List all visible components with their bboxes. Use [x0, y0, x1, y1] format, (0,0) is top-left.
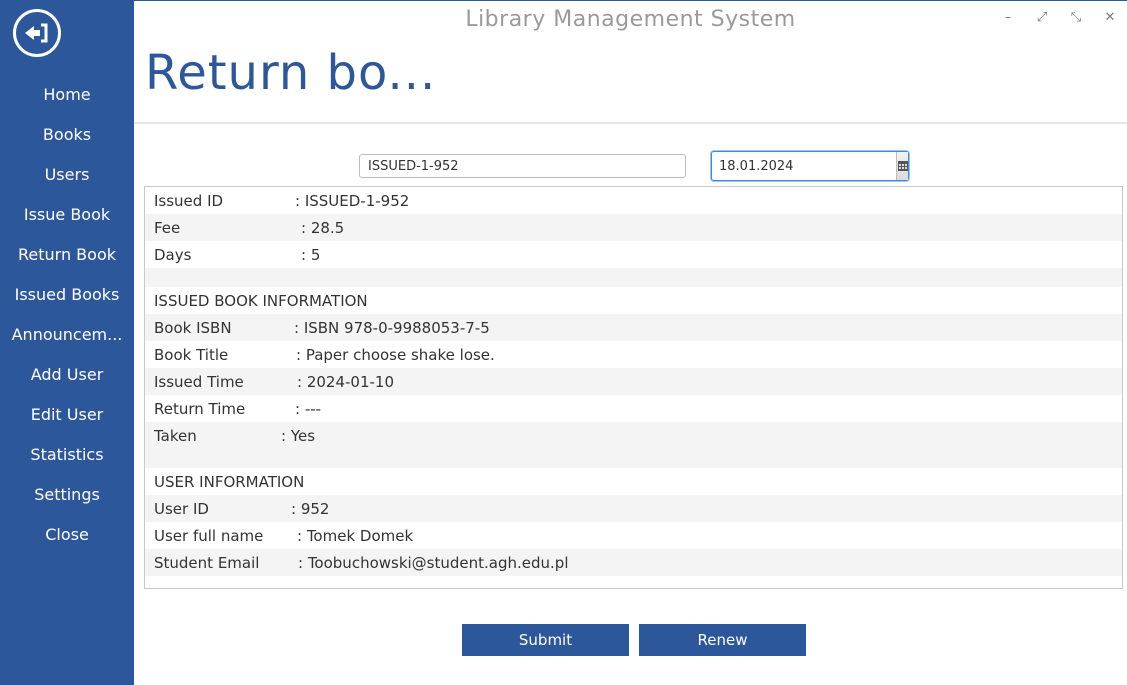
main-content: Library Management System – ⤢ ⤡ ✕ Return…: [134, 0, 1127, 685]
sidebar: Home Books Users Issue Book Return Book …: [0, 0, 134, 685]
renew-button[interactable]: Renew: [639, 624, 806, 656]
close-window-button[interactable]: ✕: [1093, 7, 1127, 27]
detail-label: Return Time: [154, 399, 246, 418]
sidebar-item-home[interactable]: Home: [0, 74, 134, 114]
date-input[interactable]: [712, 152, 896, 180]
detail-row-book-title: Book Title : Paper choose shake lose.: [145, 341, 1122, 368]
detail-value: : Toobuchowski@student.agh.edu.pl: [298, 553, 569, 572]
detail-value: : 952: [291, 499, 330, 518]
detail-row-taken: Taken : Yes: [145, 422, 1122, 449]
return-details-panel: Issued ID : ISSUED-1-952 Fee : 28.5 Days…: [144, 186, 1123, 589]
detail-label: User full name: [154, 526, 264, 545]
restore-button[interactable]: ⤡: [1059, 7, 1093, 27]
detail-label: Student Email: [154, 553, 260, 572]
detail-value: : 28.5: [301, 218, 345, 237]
detail-row-fee: Fee : 28.5: [145, 214, 1122, 241]
sidebar-item-settings[interactable]: Settings: [0, 474, 134, 514]
date-picker[interactable]: [711, 151, 909, 181]
detail-label: Book ISBN: [154, 318, 232, 337]
maximize-button[interactable]: ⤢: [1025, 7, 1059, 27]
sidebar-item-add-user[interactable]: Add User: [0, 354, 134, 394]
sidebar-item-issued-books[interactable]: Issued Books: [0, 274, 134, 314]
submit-button[interactable]: Submit: [462, 624, 629, 656]
detail-value: : 2024-01-10: [297, 372, 394, 391]
close-icon: ✕: [1104, 9, 1116, 25]
app-title: Library Management System: [465, 7, 796, 32]
section-spacer: [145, 449, 1122, 468]
sidebar-item-issue-book[interactable]: Issue Book: [0, 194, 134, 234]
detail-value: : ISBN 978-0-9988053-7-5: [294, 318, 490, 337]
detail-row-book-isbn: Book ISBN : ISBN 978-0-9988053-7-5: [145, 314, 1122, 341]
book-section-heading: ISSUED BOOK INFORMATION: [154, 291, 368, 310]
detail-value: : ---: [295, 399, 322, 418]
title-divider: [134, 122, 1127, 124]
detail-value: : Paper choose shake lose.: [296, 345, 495, 364]
sidebar-item-statistics[interactable]: Statistics: [0, 434, 134, 474]
detail-label: Taken: [154, 426, 197, 445]
detail-row-issued-id: Issued ID : ISSUED-1-952: [145, 187, 1122, 214]
detail-label: Issued ID: [154, 191, 224, 210]
sidebar-item-close[interactable]: Close: [0, 514, 134, 554]
detail-label: User ID: [154, 499, 209, 518]
calendar-icon: [897, 161, 908, 171]
detail-label: Fee: [154, 218, 181, 237]
sidebar-item-books[interactable]: Books: [0, 114, 134, 154]
page-title: Return bo...: [145, 45, 437, 101]
window-controls: – ⤢ ⤡ ✕: [991, 7, 1127, 27]
back-button[interactable]: [13, 9, 61, 57]
issued-id-input[interactable]: [359, 154, 686, 178]
detail-row-return-time: Return Time : ---: [145, 395, 1122, 422]
sidebar-item-edit-user[interactable]: Edit User: [0, 394, 134, 434]
sidebar-item-return-book[interactable]: Return Book: [0, 234, 134, 274]
detail-label: Book Title: [154, 345, 229, 364]
detail-value: : ISSUED-1-952: [295, 191, 410, 210]
user-section-heading: USER INFORMATION: [154, 472, 305, 491]
detail-row-student-email: Student Email : Toobuchowski@student.agh…: [145, 549, 1122, 576]
detail-row-user-id: User ID : 952: [145, 495, 1122, 522]
restore-icon: ⤡: [1070, 9, 1082, 25]
sidebar-item-users[interactable]: Users: [0, 154, 134, 194]
minimize-button[interactable]: –: [991, 7, 1025, 27]
back-arrow-icon: [25, 23, 48, 43]
maximize-icon: ⤢: [1036, 9, 1048, 25]
calendar-button[interactable]: [896, 152, 908, 180]
sidebar-item-announcements[interactable]: Announcem...: [0, 314, 134, 354]
detail-label: Issued Time: [154, 372, 244, 391]
detail-label: Days: [154, 245, 192, 264]
detail-value: : Tomek Domek: [297, 526, 414, 545]
detail-value: : Yes: [281, 426, 316, 445]
detail-row-days: Days : 5: [145, 241, 1122, 268]
detail-row-user-full-name: User full name : Tomek Domek: [145, 522, 1122, 549]
minimize-icon: –: [1004, 9, 1012, 25]
section-spacer: [145, 268, 1122, 287]
sidebar-nav: Home Books Users Issue Book Return Book …: [0, 74, 134, 554]
detail-value: : 5: [301, 245, 321, 264]
detail-row-issued-time: Issued Time : 2024-01-10: [145, 368, 1122, 395]
